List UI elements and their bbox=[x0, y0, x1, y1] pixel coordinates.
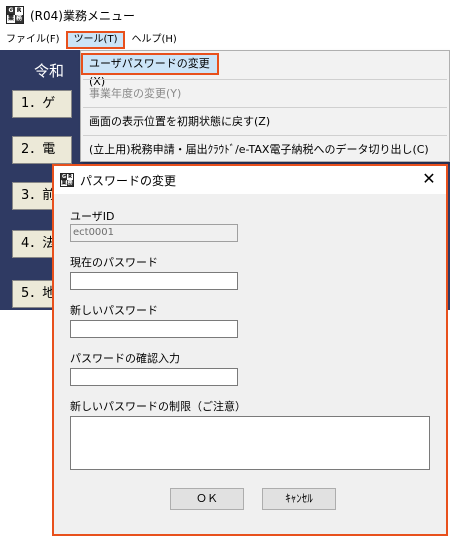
main-menu-title: 令和 bbox=[34, 62, 65, 80]
current-password-label: 現在のパスワード bbox=[70, 256, 158, 269]
app-icon: G R 業 務 bbox=[60, 173, 74, 187]
user-id-field: ect0001 bbox=[70, 224, 238, 242]
menu-separator bbox=[83, 79, 447, 80]
menu-file[interactable]: ファイル(F) bbox=[0, 31, 66, 49]
menu-separator bbox=[83, 135, 447, 136]
app-icon: G R 業 務 bbox=[6, 6, 24, 24]
close-icon[interactable]: ✕ bbox=[420, 170, 438, 188]
change-password-dialog: G R 業 務 パスワードの変更 ✕ ユーザID ect0001 現在のパスワー… bbox=[52, 164, 448, 536]
confirm-password-field[interactable] bbox=[70, 368, 238, 386]
window-titlebar: G R 業 務 (R04)業務メニュー bbox=[0, 0, 450, 30]
confirm-password-label: パスワードの確認入力 bbox=[70, 352, 180, 365]
new-password-label: 新しいパスワード bbox=[70, 304, 158, 317]
menu-item-export-etax-data[interactable]: (立上用)税務申請・届出ｸﾗｳﾄﾞ/e-TAX電子納税へのデータ切り出し(C) bbox=[81, 139, 449, 161]
cancel-button[interactable]: ｷｬﾝｾﾙ bbox=[262, 488, 336, 510]
new-password-field[interactable] bbox=[70, 320, 238, 338]
menu-button-1[interactable]: 1．ゲ bbox=[12, 90, 72, 118]
user-id-label: ユーザID bbox=[70, 210, 115, 223]
menu-item-change-user-password[interactable]: ユーザパスワードの変更(X) bbox=[81, 53, 219, 88]
window-title: (R04)業務メニュー bbox=[30, 8, 135, 23]
menu-item-change-fiscal-year[interactable]: 事業年度の変更(Y) bbox=[81, 83, 449, 105]
password-restriction-label: 新しいパスワードの制限（ご注意） bbox=[70, 400, 246, 413]
menu-button-2[interactable]: 2．電 bbox=[12, 136, 72, 164]
menu-separator bbox=[83, 107, 447, 108]
menubar: ファイル(F) ツール(T) ヘルプ(H) bbox=[0, 30, 450, 50]
current-password-field[interactable] bbox=[70, 272, 238, 290]
dialog-titlebar: G R 業 務 パスワードの変更 bbox=[54, 166, 446, 194]
dialog-title: パスワードの変更 bbox=[80, 173, 177, 188]
menu-item-reset-window-position[interactable]: 画面の表示位置を初期状態に戻す(Z) bbox=[81, 111, 449, 133]
tools-dropdown-menu: ユーザパスワードの変更(X) 事業年度の変更(Y) 画面の表示位置を初期状態に戻… bbox=[80, 50, 450, 162]
menu-tools[interactable]: ツール(T) bbox=[65, 31, 126, 49]
menu-help[interactable]: ヘルプ(H) bbox=[125, 31, 182, 49]
ok-button[interactable]: ＯＫ bbox=[170, 488, 244, 510]
password-restriction-textarea bbox=[70, 416, 430, 470]
